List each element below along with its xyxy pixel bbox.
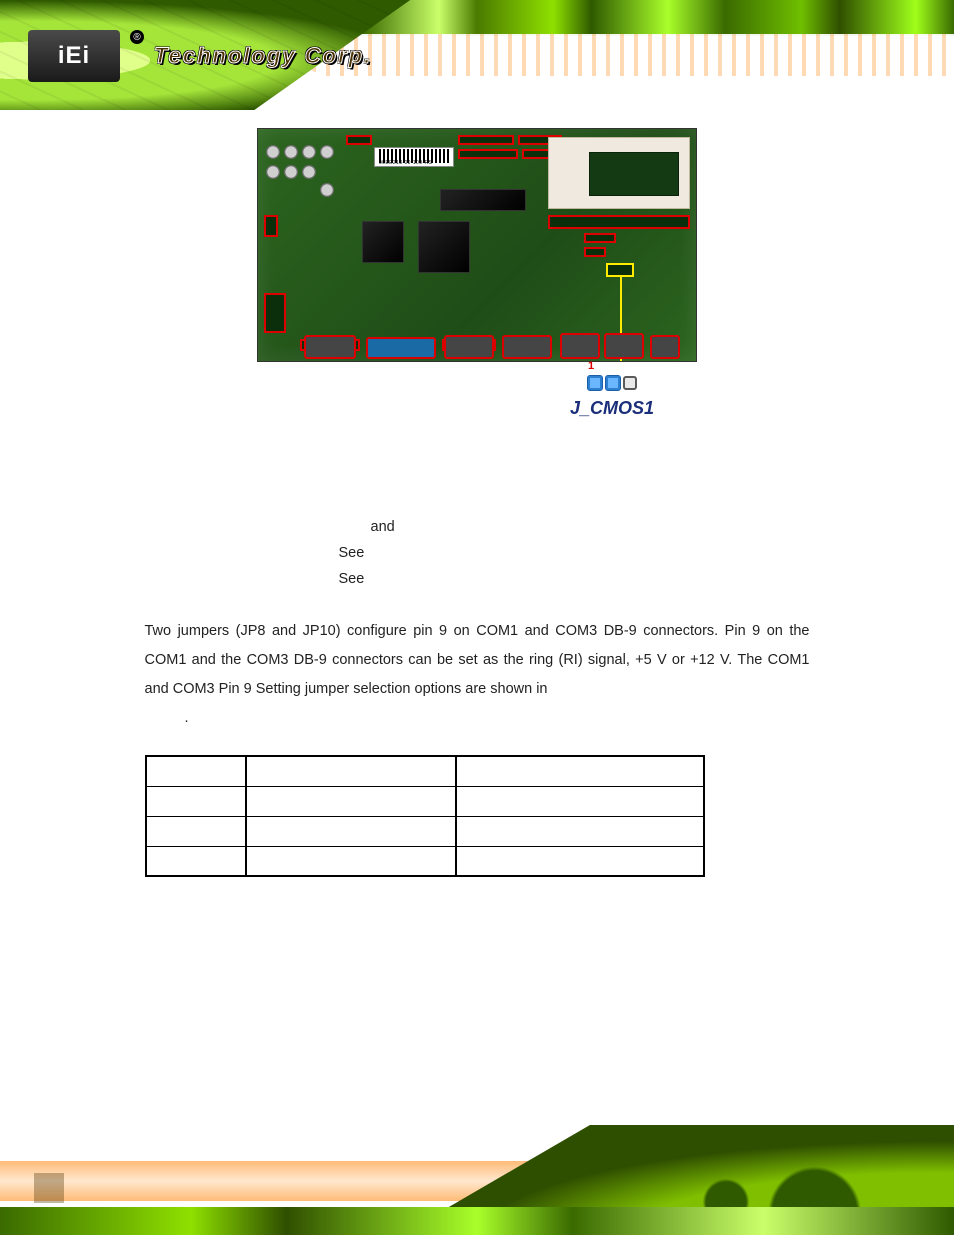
footer-green-strip <box>0 1207 954 1235</box>
jumper-name-label: J_CMOS1 <box>527 398 697 419</box>
document-page: iEi ® Technology Corp. 00EE2 <box>0 0 954 1235</box>
spec-value-see: See <box>339 571 365 587</box>
page-footer-banner <box>0 1125 954 1235</box>
jumper-callout: 1 J_CMOS1 <box>527 374 697 419</box>
jumper-options-table <box>145 755 705 877</box>
table-row <box>146 786 704 816</box>
spec-row: and <box>145 519 810 535</box>
motherboard-figure: 00EE218-00-100-RS <box>257 128 697 419</box>
expansion-slot <box>548 137 690 209</box>
brand-name-text: Technology Corp. <box>154 43 372 69</box>
body-text-tail: . <box>185 710 189 726</box>
jumper-diagram-icon: 1 <box>586 374 638 392</box>
brand-logo-icon: iEi <box>28 30 120 82</box>
motherboard-photo: 00EE218-00-100-RS <box>257 128 697 362</box>
table-row <box>146 816 704 846</box>
barcode-sticker: 00EE218-00-100-RS <box>374 147 454 167</box>
body-text: Two jumpers (JP8 and JP10) configure pin… <box>145 623 810 697</box>
page-header-banner: iEi ® Technology Corp. <box>0 0 954 110</box>
spec-row: See <box>145 571 810 587</box>
pin-1-label: 1 <box>588 360 594 372</box>
body-paragraph: Two jumpers (JP8 and JP10) configure pin… <box>145 617 810 733</box>
spec-value-and: and <box>371 519 395 535</box>
jumper-highlight-box <box>606 263 634 277</box>
page-content: 00EE218-00-100-RS <box>0 128 954 877</box>
table-row <box>146 756 704 786</box>
spec-row: See <box>145 545 810 561</box>
brand-logo-group: iEi ® Technology Corp. <box>28 30 372 82</box>
brand-logo-text: iEi <box>58 42 90 70</box>
page-number-box <box>34 1173 64 1203</box>
barcode-text: 00EE218-00-100-RS <box>379 160 432 166</box>
spec-value-see: See <box>339 545 365 561</box>
table-row <box>146 846 704 876</box>
registered-symbol: ® <box>130 30 144 44</box>
spec-block: and See See Two jumpers (JP8 and JP10) c… <box>145 519 810 877</box>
